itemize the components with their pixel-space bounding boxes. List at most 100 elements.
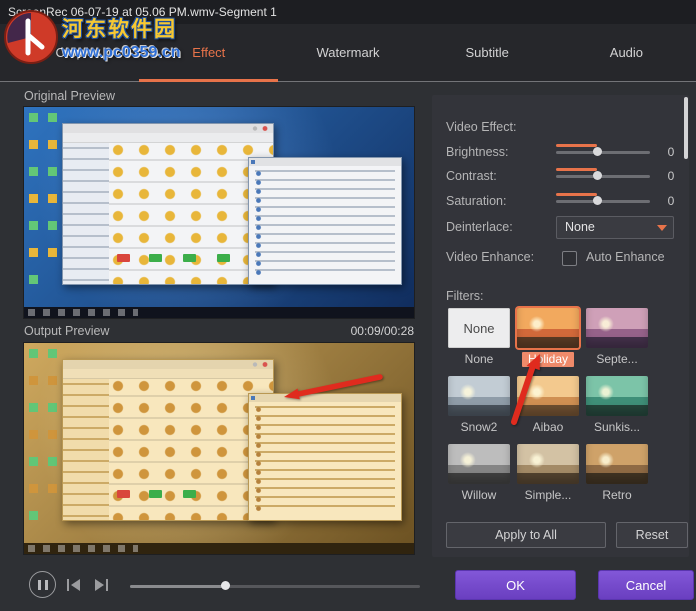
skip-next-button[interactable] [93,578,110,592]
contrast-row: Contrast: 0 [432,168,689,184]
panel-scrollbar[interactable] [684,97,688,159]
file-badge [149,490,162,498]
saturation-value: 0 [667,194,675,208]
original-preview [24,107,414,318]
site-logo-icon [4,10,58,64]
saturation-row: Saturation: 0 [432,193,689,209]
progress-handle[interactable] [221,581,230,590]
filter-thumb-text: None [463,320,495,336]
filter-label: Willow [461,488,497,502]
slider-track[interactable] [556,151,650,154]
cancel-button[interactable]: Cancel [598,570,694,600]
document-window [248,157,402,285]
explorer-window [62,123,274,285]
explorer-toolbar [63,133,273,143]
desktop-icons-column [48,349,57,494]
pause-icon [44,579,48,590]
contrast-slider[interactable] [556,168,650,184]
file-badge [183,254,196,262]
filter-label: Sunkis... [593,420,641,434]
chevron-down-icon [657,225,667,231]
original-preview-label: Original Preview [24,89,116,103]
slider-handle[interactable] [593,147,603,156]
pause-icon [37,579,41,590]
contrast-value: 0 [667,169,675,183]
slider-fill [556,193,598,196]
output-preview-label: Output Preview [24,324,110,338]
filters-section-label: Filters: [446,289,484,303]
file-badge [217,254,230,262]
site-name: 河东软件园 [62,17,177,41]
skip-previous-button[interactable] [65,578,82,592]
explorer-titlebar [63,360,273,369]
document-window [248,393,402,521]
brightness-value: 0 [667,145,675,159]
explorer-sidebar [63,379,109,520]
slider-fill [556,168,598,171]
filter-thumb-simple[interactable] [517,444,579,484]
document-text [255,406,395,514]
tab-audio[interactable]: Audio [557,24,696,81]
saturation-slider[interactable] [556,193,650,209]
ok-button[interactable]: OK [455,570,576,600]
filter-thumb-holiday[interactable] [517,308,579,348]
filter-thumb-september[interactable] [586,308,648,348]
deinterlace-label: Deinterlace: [446,220,513,234]
tab-subtitle-label: Subtitle [465,45,509,60]
explorer-sidebar [63,143,109,284]
file-badge [149,254,162,262]
file-badge [117,490,130,498]
brightness-row: Brightness: 0 [432,144,689,160]
filter-item-willow[interactable]: Willow [448,444,510,504]
filter-thumb-willow[interactable] [448,444,510,484]
progress-fill [130,585,225,588]
filter-label: Retro [602,488,632,502]
file-badge [183,490,196,498]
desktop-taskbar [24,307,414,318]
filter-item-september[interactable]: Septe... [586,308,648,368]
brightness-label: Brightness: [446,145,509,159]
playback-progress-slider[interactable] [130,578,420,594]
effect-dialog-window: ScreenRec 06-07-19 at 05.06 PM.wmv-Segme… [0,0,696,611]
brightness-slider[interactable] [556,144,650,160]
tab-watermark[interactable]: Watermark [278,24,417,81]
explorer-titlebar [63,124,273,133]
site-watermark: 河东软件园 www.pc0359.cn [3,9,181,65]
desktop-icons-column [29,349,38,538]
site-url: www.pc0359.cn [62,43,181,61]
contrast-label: Contrast: [446,169,497,183]
desktop-icons-column [48,113,57,258]
output-preview [24,343,414,554]
filter-label: Septe... [596,352,638,366]
file-badge [117,254,130,262]
saturation-label: Saturation: [446,194,507,208]
red-arrow-annotation [284,374,383,400]
slider-track[interactable] [556,200,650,203]
auto-enhance-option-label: Auto Enhance [586,250,665,264]
pause-button[interactable] [29,571,56,598]
explorer-window [62,359,274,521]
document-text [255,170,395,278]
deinterlace-selected-value: None [565,220,595,234]
slider-handle[interactable] [593,196,603,205]
filter-thumb-sunkissed[interactable] [586,376,648,416]
deinterlace-select[interactable]: None [556,216,674,239]
tab-subtitle[interactable]: Subtitle [418,24,557,81]
filter-item-retro[interactable]: Retro [586,444,648,504]
filter-item-sunkissed[interactable]: Sunkis... [586,376,648,436]
filter-label: Simple... [524,488,572,502]
desktop-taskbar [24,543,414,554]
effect-settings-panel: Video Effect: Brightness: 0 Contrast: 0 … [432,95,689,557]
filter-item-simple[interactable]: Simple... [517,444,579,504]
desktop-icons-column [29,113,38,302]
slider-fill [556,144,598,147]
slider-track[interactable] [556,175,650,178]
auto-enhance-checkbox[interactable] [562,251,577,266]
filter-thumb-none[interactable]: None [448,308,510,348]
slider-handle[interactable] [593,171,603,180]
document-titlebar [249,158,401,166]
filter-thumb-retro[interactable] [586,444,648,484]
reset-button[interactable]: Reset [616,522,688,548]
apply-to-all-button[interactable]: Apply to All [446,522,606,548]
red-arrow-annotation [511,354,540,425]
